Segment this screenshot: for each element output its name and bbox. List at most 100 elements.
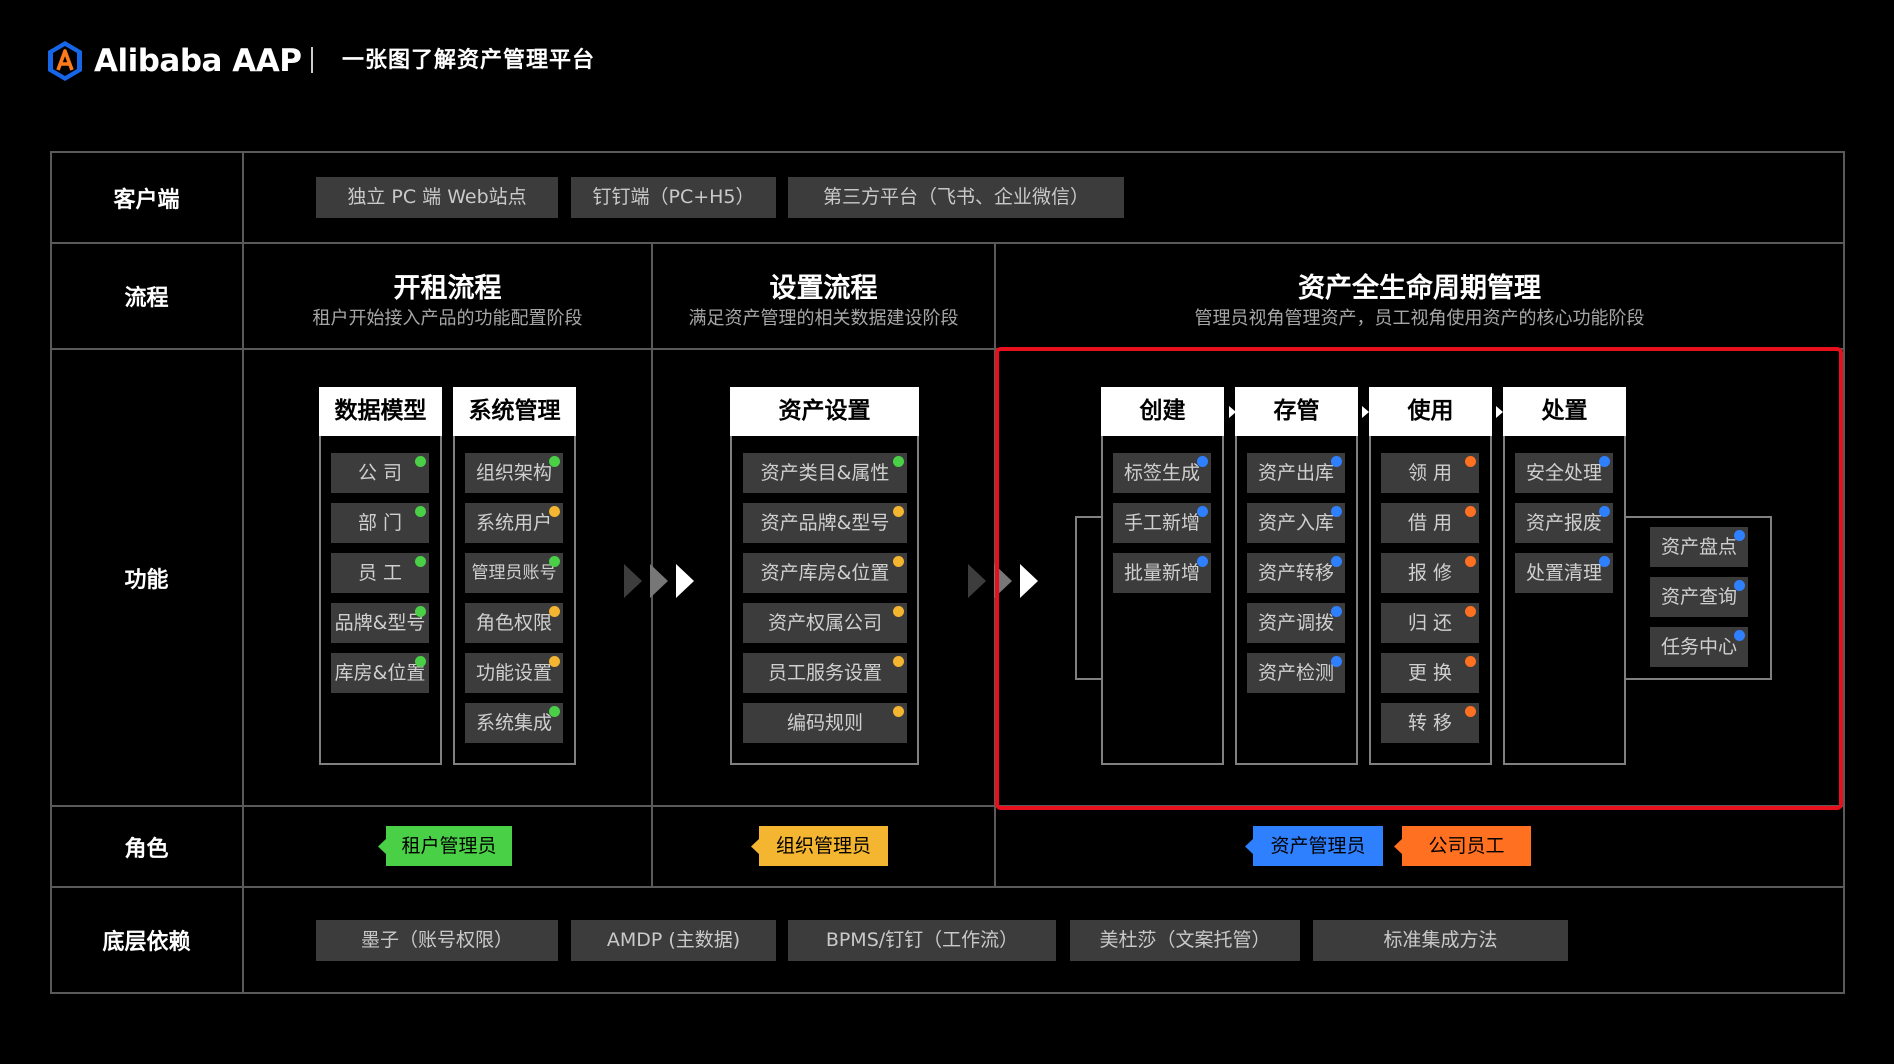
item-transfer[interactable]: 转 移 — [1381, 703, 1479, 743]
status-dot — [549, 456, 560, 467]
status-dot — [893, 606, 904, 617]
status-dot — [1734, 530, 1745, 541]
module-data-model: 数据模型 公 司 部 门 员 工 品牌&型号 库房&位置 — [319, 387, 442, 765]
module-title: 处置 — [1503, 387, 1626, 436]
status-dot — [415, 456, 426, 467]
status-dot — [893, 656, 904, 667]
item-repair[interactable]: 报 修 — [1381, 553, 1479, 593]
item-system-users[interactable]: 系统用户 — [465, 503, 563, 543]
client-dingtalk: 钉钉端（PC+H5） — [571, 177, 776, 218]
header-divider — [311, 47, 313, 73]
item-task-center[interactable]: 任务中心 — [1650, 627, 1748, 667]
item-dispose-clear[interactable]: 处置清理 — [1515, 553, 1613, 593]
item-department[interactable]: 部 门 — [331, 503, 429, 543]
item-asset-allocate[interactable]: 资产调拨 — [1247, 603, 1345, 643]
item-asset-inventory[interactable]: 资产盘点 — [1650, 527, 1748, 567]
module-create: 创建 标签生成 手工新增 批量新增 — [1101, 387, 1224, 765]
module-manage: 存管 资产出库 资产入库 资产转移 资产调拨 资产检测 — [1235, 387, 1358, 765]
status-dot — [893, 506, 904, 517]
item-replace[interactable]: 更 换 — [1381, 653, 1479, 693]
row-label-client: 客户端 — [113, 187, 180, 213]
flow-subtitle-tenant: 租户开始接入产品的功能配置阶段 — [312, 308, 583, 329]
module-title: 资产设置 — [730, 387, 919, 436]
item-employee[interactable]: 员 工 — [331, 553, 429, 593]
status-dot — [1734, 630, 1745, 641]
item-label-generate[interactable]: 标签生成 — [1113, 453, 1211, 493]
status-dot — [1465, 706, 1476, 717]
flow-title-tenant: 开租流程 — [393, 273, 502, 304]
item-asset-category[interactable]: 资产类目&属性 — [743, 453, 907, 493]
status-dot — [893, 706, 904, 717]
grid-line-1 — [50, 242, 1845, 244]
foundation-medusa: 美杜莎（文案托管） — [1070, 920, 1300, 961]
item-system-integration[interactable]: 系统集成 — [465, 703, 563, 743]
item-asset-in[interactable]: 资产入库 — [1247, 503, 1345, 543]
item-receive[interactable]: 领 用 — [1381, 453, 1479, 493]
status-dot — [1734, 580, 1745, 591]
bracket-left — [1075, 516, 1102, 680]
row-label-role: 角色 — [124, 836, 169, 862]
item-asset-brand[interactable]: 资产品牌&型号 — [743, 503, 907, 543]
item-return[interactable]: 归 还 — [1381, 603, 1479, 643]
item-warehouse[interactable]: 库房&位置 — [331, 653, 429, 693]
item-code-rules[interactable]: 编码规则 — [743, 703, 907, 743]
module-title: 使用 — [1369, 387, 1492, 436]
flow-title-lifecycle: 资产全生命周期管理 — [1298, 273, 1541, 304]
item-manual-add[interactable]: 手工新增 — [1113, 503, 1211, 543]
module-system-mgmt: 系统管理 组织架构 系统用户 管理员账号 角色权限 功能设置 系统集成 — [453, 387, 576, 765]
module-dispose: 处置 安全处理 资产报废 处置清理 — [1503, 387, 1626, 765]
grid-line-right — [1843, 151, 1845, 994]
item-asset-owner-company[interactable]: 资产权属公司 — [743, 603, 907, 643]
status-dot — [1465, 456, 1476, 467]
item-brand-model[interactable]: 品牌&型号 — [331, 603, 429, 643]
status-dot — [1599, 456, 1610, 467]
status-dot — [1465, 506, 1476, 517]
module-use: 使用 领 用 借 用 报 修 归 还 更 换 转 移 — [1369, 387, 1492, 765]
item-asset-query[interactable]: 资产查询 — [1650, 577, 1748, 617]
item-borrow[interactable]: 借 用 — [1381, 503, 1479, 543]
module-title: 存管 — [1235, 387, 1358, 436]
client-web: 独立 PC 端 Web站点 — [316, 177, 558, 218]
status-dot — [1331, 606, 1342, 617]
item-asset-transfer[interactable]: 资产转移 — [1247, 553, 1345, 593]
role-employee: 公司员工 — [1402, 826, 1531, 866]
item-org-structure[interactable]: 组织架构 — [465, 453, 563, 493]
status-dot — [1331, 556, 1342, 567]
module-title: 创建 — [1101, 387, 1224, 436]
status-dot — [893, 456, 904, 467]
grid-line-4 — [50, 886, 1845, 888]
flow-arrows-icon — [624, 564, 694, 598]
row-label-process: 流程 — [124, 286, 169, 311]
item-asset-out[interactable]: 资产出库 — [1247, 453, 1345, 493]
status-dot — [1331, 656, 1342, 667]
item-function-settings[interactable]: 功能设置 — [465, 653, 563, 693]
grid-line-top — [50, 151, 1845, 153]
flow-subtitle-setup: 满足资产管理的相关数据建设阶段 — [688, 308, 959, 329]
client-third-party: 第三方平台（飞书、企业微信） — [788, 177, 1124, 218]
status-dot — [549, 556, 560, 567]
item-admin-account[interactable]: 管理员账号 — [465, 553, 563, 593]
status-dot — [415, 506, 426, 517]
status-dot — [549, 706, 560, 717]
status-dot — [549, 606, 560, 617]
role-org-admin: 组织管理员 — [759, 826, 888, 866]
alibaba-logo-icon — [48, 41, 82, 81]
flow-title-setup: 设置流程 — [769, 273, 878, 304]
status-dot — [1465, 606, 1476, 617]
brand-name: Alibaba AAP — [94, 43, 302, 79]
item-asset-scrap[interactable]: 资产报废 — [1515, 503, 1613, 543]
item-asset-warehouse[interactable]: 资产库房&位置 — [743, 553, 907, 593]
status-dot — [1599, 506, 1610, 517]
status-dot — [893, 556, 904, 567]
item-company[interactable]: 公 司 — [331, 453, 429, 493]
item-batch-add[interactable]: 批量新增 — [1113, 553, 1211, 593]
status-dot — [1465, 556, 1476, 567]
page-title: 一张图了解资产管理平台 — [342, 48, 596, 73]
status-dot — [1331, 506, 1342, 517]
item-asset-inspect[interactable]: 资产检测 — [1247, 653, 1345, 693]
module-title: 数据模型 — [319, 387, 442, 436]
flow-subtitle-lifecycle: 管理员视角管理资产，员工视角使用资产的核心功能阶段 — [1194, 308, 1645, 329]
item-safe-handle[interactable]: 安全处理 — [1515, 453, 1613, 493]
item-employee-service[interactable]: 员工服务设置 — [743, 653, 907, 693]
item-role-permission[interactable]: 角色权限 — [465, 603, 563, 643]
